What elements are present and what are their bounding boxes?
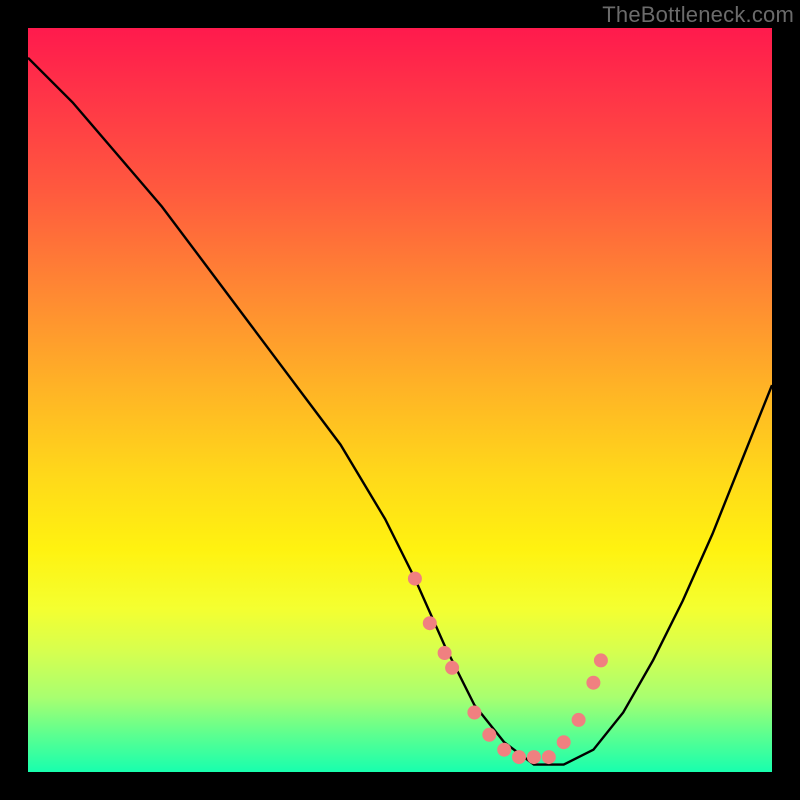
highlight-dot bbox=[594, 653, 608, 667]
highlight-dots bbox=[408, 572, 608, 765]
watermark-text: TheBottleneck.com bbox=[602, 2, 794, 28]
highlight-dot bbox=[497, 743, 511, 757]
highlight-dot bbox=[445, 661, 459, 675]
bottleneck-curve bbox=[28, 58, 772, 765]
bottleneck-plot bbox=[28, 28, 772, 772]
highlight-dot bbox=[438, 646, 452, 660]
highlight-dot bbox=[557, 735, 571, 749]
highlight-dot bbox=[586, 676, 600, 690]
highlight-dot bbox=[512, 750, 526, 764]
chart-area bbox=[28, 28, 772, 772]
highlight-dot bbox=[423, 616, 437, 630]
highlight-dot bbox=[467, 706, 481, 720]
highlight-dot bbox=[408, 572, 422, 586]
highlight-dot bbox=[542, 750, 556, 764]
highlight-dot bbox=[482, 728, 496, 742]
highlight-dot bbox=[572, 713, 586, 727]
highlight-dot bbox=[527, 750, 541, 764]
